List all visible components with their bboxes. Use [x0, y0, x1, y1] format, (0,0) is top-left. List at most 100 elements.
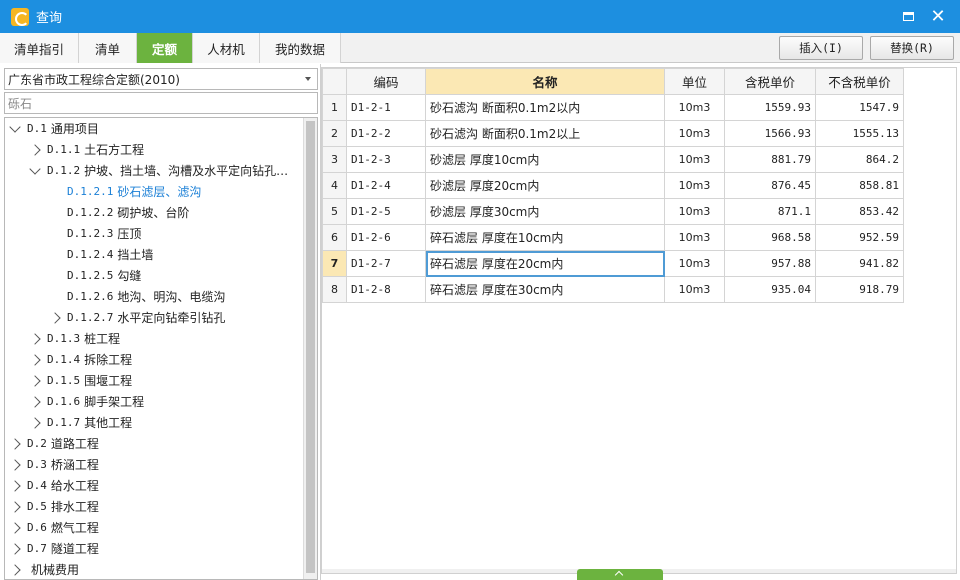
- chevron-right-icon[interactable]: [9, 542, 21, 555]
- name-cell[interactable]: 砂滤层 厚度30cm内: [425, 198, 665, 225]
- unit-cell[interactable]: 10m3: [664, 198, 725, 225]
- tab-bill-guide[interactable]: 清单指引: [0, 33, 79, 63]
- name-cell[interactable]: 砂石滤沟 断面积0.1m2以内: [425, 94, 665, 121]
- tree-item[interactable]: D.1.2 护坡、挡土墙、沟槽及水平定向钻孔…: [29, 160, 288, 181]
- col-header-price-with-tax[interactable]: 含税单价: [724, 68, 816, 95]
- col-header-unit[interactable]: 单位: [664, 68, 725, 95]
- name-cell[interactable]: 砂滤层 厚度20cm内: [425, 172, 665, 199]
- price-without-tax-cell[interactable]: 853.42: [815, 198, 904, 225]
- table-row[interactable]: 1 D1-2-1 砂石滤沟 断面积0.1m2以内 10m3 1559.93 1547.9: [322, 94, 904, 121]
- table-row[interactable]: 5 D1-2-5 砂滤层 厚度30cm内 10m3 871.1 853.42: [322, 198, 904, 225]
- tab-labor-material-machine[interactable]: 人材机: [193, 33, 260, 63]
- tab-my-data[interactable]: 我的数据: [260, 33, 341, 63]
- name-cell[interactable]: 碎石滤层 厚度在20cm内: [425, 250, 665, 277]
- col-header-name[interactable]: 名称: [425, 68, 665, 95]
- table-row[interactable]: 3 D1-2-3 砂滤层 厚度10cm内 10m3 881.79 864.2: [322, 146, 904, 173]
- tree-item[interactable]: D.1.2.3 压顶: [51, 223, 141, 244]
- unit-cell[interactable]: 10m3: [664, 224, 725, 251]
- price-with-tax-cell[interactable]: 881.79: [724, 146, 816, 173]
- tree-item[interactable]: D.1.5 围堰工程: [29, 370, 132, 391]
- price-with-tax-cell[interactable]: 968.58: [724, 224, 816, 251]
- chevron-right-icon[interactable]: [29, 416, 41, 429]
- tree-item[interactable]: D.4 给水工程: [9, 475, 99, 496]
- tab-quota[interactable]: 定额: [137, 33, 193, 63]
- tree-item[interactable]: D.1.2.7 水平定向钻牵引钻孔: [49, 307, 225, 328]
- price-without-tax-cell[interactable]: 1555.13: [815, 120, 904, 147]
- chevron-down-icon[interactable]: [9, 121, 21, 133]
- price-without-tax-cell[interactable]: 858.81: [815, 172, 904, 199]
- chevron-right-icon[interactable]: [9, 563, 21, 576]
- price-without-tax-cell[interactable]: 864.2: [815, 146, 904, 173]
- tree-item[interactable]: D.1.1 土石方工程: [29, 139, 144, 160]
- chevron-right-icon[interactable]: [9, 479, 21, 492]
- tree-item[interactable]: D.1.2.1 砂石滤层、滤沟: [51, 181, 201, 202]
- tree-item[interactable]: D.2 道路工程: [9, 433, 99, 454]
- tree-item[interactable]: D.1.7 其他工程: [29, 412, 132, 433]
- table-row[interactable]: 2 D1-2-2 砂石滤沟 断面积0.1m2以上 10m3 1566.93 1555.13: [322, 120, 904, 147]
- tree-item[interactable]: D.5 排水工程: [9, 496, 99, 517]
- chevron-right-icon[interactable]: [29, 395, 41, 408]
- tree-item[interactable]: 机械费用: [9, 559, 79, 579]
- price-without-tax-cell[interactable]: 918.79: [815, 276, 904, 303]
- price-without-tax-cell[interactable]: 941.82: [815, 250, 904, 277]
- insert-button[interactable]: 插入(I): [779, 36, 863, 60]
- replace-button[interactable]: 替换(R): [870, 36, 954, 60]
- unit-cell[interactable]: 10m3: [664, 94, 725, 121]
- tree-scrollbar[interactable]: [303, 118, 317, 579]
- chevron-right-icon[interactable]: [29, 143, 41, 156]
- chevron-right-icon[interactable]: [29, 374, 41, 387]
- chevron-right-icon[interactable]: [49, 311, 61, 324]
- code-cell[interactable]: D1-2-2: [346, 120, 426, 147]
- name-cell[interactable]: 砂石滤沟 断面积0.1m2以上: [425, 120, 665, 147]
- price-with-tax-cell[interactable]: 935.04: [724, 276, 816, 303]
- search-input[interactable]: [4, 92, 318, 114]
- chevron-right-icon[interactable]: [29, 353, 41, 366]
- price-with-tax-cell[interactable]: 1566.93: [724, 120, 816, 147]
- unit-cell[interactable]: 10m3: [664, 276, 725, 303]
- unit-cell[interactable]: 10m3: [664, 146, 725, 173]
- code-cell[interactable]: D1-2-5: [346, 198, 426, 225]
- chevron-right-icon[interactable]: [9, 521, 21, 534]
- code-cell[interactable]: D1-2-6: [346, 224, 426, 251]
- code-cell[interactable]: D1-2-1: [346, 94, 426, 121]
- chevron-down-icon[interactable]: [29, 163, 41, 175]
- price-without-tax-cell[interactable]: 952.59: [815, 224, 904, 251]
- quota-library-select[interactable]: 广东省市政工程综合定额(2010): [4, 68, 318, 90]
- chevron-right-icon[interactable]: [29, 332, 41, 345]
- table-row[interactable]: 7 D1-2-7 碎石滤层 厚度在20cm内 10m3 957.88 941.82: [322, 250, 904, 277]
- col-header-code[interactable]: 编码: [346, 68, 426, 95]
- name-cell[interactable]: 碎石滤层 厚度在10cm内: [425, 224, 665, 251]
- code-cell[interactable]: D1-2-7: [346, 250, 426, 277]
- price-with-tax-cell[interactable]: 871.1: [724, 198, 816, 225]
- tree-item[interactable]: D.1 通用项目: [9, 118, 99, 139]
- tree-item[interactable]: D.1.4 拆除工程: [29, 349, 132, 370]
- tree-item[interactable]: D.7 隧道工程: [9, 538, 99, 559]
- price-with-tax-cell[interactable]: 1559.93: [724, 94, 816, 121]
- close-button[interactable]: ✕: [922, 0, 954, 33]
- chevron-right-icon[interactable]: [9, 437, 21, 450]
- price-without-tax-cell[interactable]: 1547.9: [815, 94, 904, 121]
- unit-cell[interactable]: 10m3: [664, 172, 725, 199]
- tab-bill[interactable]: 清单: [79, 33, 137, 63]
- code-cell[interactable]: D1-2-4: [346, 172, 426, 199]
- collapse-panel-button[interactable]: [577, 569, 663, 580]
- code-cell[interactable]: D1-2-3: [346, 146, 426, 173]
- tree-item[interactable]: D.1.2.6 地沟、明沟、电缆沟: [51, 286, 225, 307]
- price-with-tax-cell[interactable]: 957.88: [724, 250, 816, 277]
- chevron-right-icon[interactable]: [9, 500, 21, 513]
- tree-item[interactable]: D.1.6 脚手架工程: [29, 391, 144, 412]
- table-row[interactable]: 6 D1-2-6 碎石滤层 厚度在10cm内 10m3 968.58 952.59: [322, 224, 904, 251]
- tree-item[interactable]: D.1.3 桩工程: [29, 328, 120, 349]
- code-cell[interactable]: D1-2-8: [346, 276, 426, 303]
- unit-cell[interactable]: 10m3: [664, 120, 725, 147]
- tree-item[interactable]: D.3 桥涵工程: [9, 454, 99, 475]
- table-row[interactable]: 4 D1-2-4 砂滤层 厚度20cm内 10m3 876.45 858.81: [322, 172, 904, 199]
- tree-item[interactable]: D.1.2.5 勾缝: [51, 265, 141, 286]
- unit-cell[interactable]: 10m3: [664, 250, 725, 277]
- price-with-tax-cell[interactable]: 876.45: [724, 172, 816, 199]
- table-row[interactable]: 8 D1-2-8 碎石滤层 厚度在30cm内 10m3 935.04 918.79: [322, 276, 904, 303]
- name-cell[interactable]: 砂滤层 厚度10cm内: [425, 146, 665, 173]
- col-header-price-without-tax[interactable]: 不含税单价: [815, 68, 904, 95]
- tree-item[interactable]: D.6 燃气工程: [9, 517, 99, 538]
- maximize-button[interactable]: [892, 0, 924, 33]
